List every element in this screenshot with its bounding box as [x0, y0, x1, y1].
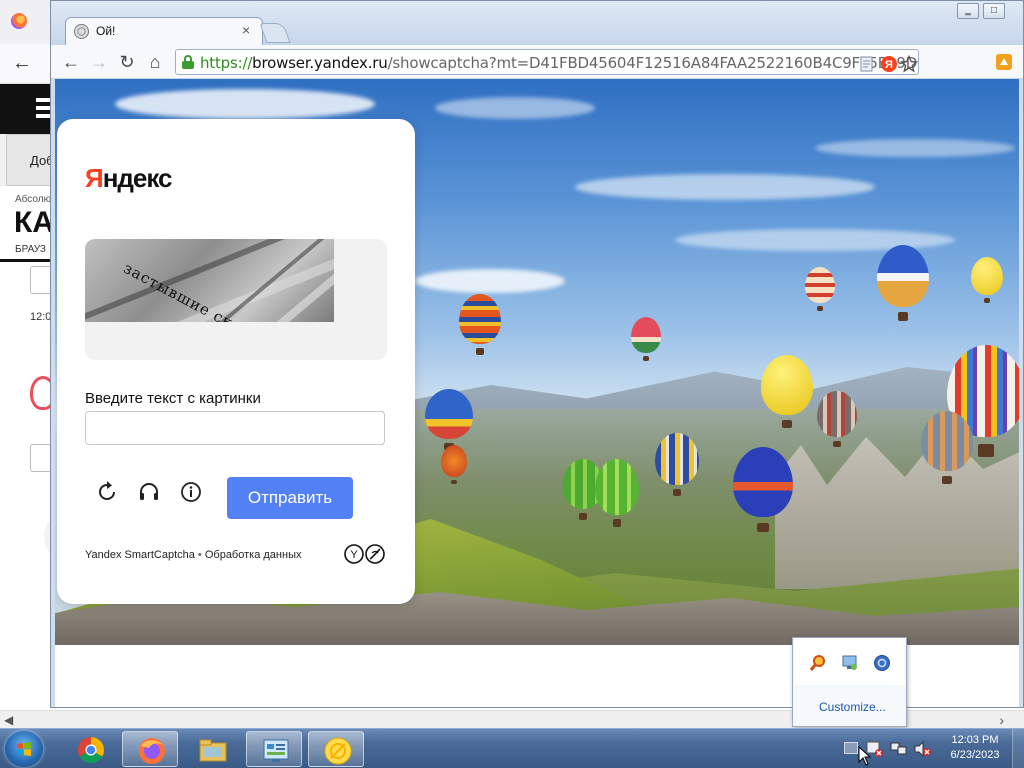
balloon [805, 267, 835, 311]
reload-button[interactable]: ↻ [115, 50, 139, 74]
yandex-logo: Яндекс [85, 163, 172, 194]
balloon [877, 245, 929, 321]
network-monitor-icon[interactable] [841, 654, 859, 672]
browser-toolbar: ← → ↻ ⌂ https://browser.yandex.ru/showca… [51, 45, 1023, 79]
taskbar-explorer[interactable] [184, 731, 240, 767]
scroll-right-arrow-icon[interactable]: › [999, 712, 1004, 728]
yandex-browser-icon [324, 737, 352, 765]
balloon [971, 257, 1003, 304]
bookmark-star-icon[interactable] [900, 55, 918, 73]
window-frame: Ой! × ‗ □ [51, 1, 1023, 45]
app-circle-icon[interactable] [873, 654, 891, 672]
balloon [921, 411, 973, 485]
captcha-answer-input[interactable] [85, 411, 385, 445]
control-panel-icon [263, 739, 289, 762]
tab-title: Ой! [96, 24, 116, 38]
file-explorer-icon [199, 739, 227, 762]
captcha-prompt-label: Введите текст с картинки [85, 390, 261, 407]
windows-logo-icon [17, 742, 31, 756]
volume-muted-icon[interactable] [914, 741, 932, 757]
globe-icon [74, 24, 89, 39]
search-magnifier-icon[interactable] [809, 654, 827, 672]
page-viewport: Яндекс застывшие скорости Введите текст … [55, 79, 1019, 707]
captcha-footer: Yandex SmartCaptcha • Обработка данных [85, 549, 301, 561]
lock-icon [182, 55, 194, 69]
url-host: browser.yandex.ru [252, 54, 388, 72]
balloon [761, 355, 813, 429]
notification-area [840, 729, 940, 768]
url-scheme: https:// [200, 54, 253, 72]
article-kicker: Абсолю [15, 194, 52, 205]
tab-close-icon[interactable]: × [242, 22, 250, 38]
article-headline: КА [14, 206, 54, 239]
yandex-icon[interactable]: Я [880, 55, 898, 73]
logo-rest: ндекс [102, 163, 173, 193]
start-button[interactable] [5, 731, 43, 767]
headphones-icon[interactable] [136, 479, 162, 505]
page-icon[interactable] [858, 55, 876, 73]
yandex-cloud-brand-icon: Y [344, 544, 385, 564]
system-clock[interactable]: 12:03 PM 6/23/2023 [940, 733, 1010, 763]
firefox-icon [139, 738, 165, 764]
svg-text:Y: Y [350, 549, 358, 561]
taskbar-firefox[interactable] [122, 731, 178, 767]
balloon [817, 391, 857, 448]
footer-separator: • [197, 549, 202, 561]
taskbar-yandex-browser[interactable] [308, 731, 364, 767]
show-desktop-button[interactable] [1012, 729, 1024, 768]
clock-time: 12:03 PM [951, 734, 999, 746]
logo-first-letter: Я [85, 163, 104, 193]
smartcaptcha-brand: Yandex SmartCaptcha [85, 549, 195, 561]
network-icon[interactable] [890, 741, 908, 757]
chrome-icon [78, 737, 105, 764]
firefox-back-button[interactable]: ← [12, 52, 32, 75]
show-hidden-icons-button[interactable] [844, 742, 858, 754]
info-icon[interactable] [178, 479, 204, 505]
clock-date: 6/23/2023 [950, 749, 1000, 761]
tray-overflow-icons [794, 639, 905, 685]
minimize-button[interactable]: ‗ [957, 3, 979, 19]
captcha-image: застывшие скорости [85, 239, 334, 322]
article-caption: БРАУЗ [15, 244, 46, 255]
yandex-browser-window: Ой! × ‗ □ ← → ↻ ⌂ https://browser.yandex… [50, 0, 1024, 708]
taskbar-chrome[interactable] [62, 731, 118, 767]
data-processing-link[interactable]: Обработка данных [205, 549, 302, 561]
url-text[interactable]: https://browser.yandex.ru/showcaptcha?mt… [200, 54, 918, 72]
refresh-icon[interactable] [94, 479, 120, 505]
balloon [631, 317, 661, 361]
new-tab-button[interactable] [259, 23, 291, 43]
browser-tab[interactable]: Ой! × [65, 17, 263, 45]
firefox-icon[interactable] [11, 13, 27, 29]
balloon [733, 447, 793, 533]
balloon [595, 459, 639, 528]
balloon [655, 433, 699, 497]
home-button[interactable]: ⌂ [143, 50, 167, 74]
captcha-card: Яндекс застывшие скорости Введите текст … [57, 119, 415, 604]
balloon [425, 389, 473, 450]
mouse-cursor-icon [858, 746, 872, 766]
article-time: 12:0 [30, 311, 52, 323]
extension-icon[interactable] [995, 53, 1013, 71]
notification-overflow-popup: Customize... [792, 637, 907, 727]
address-bar[interactable]: https://browser.yandex.ru/showcaptcha?mt… [175, 49, 919, 75]
submit-button[interactable]: Отправить [227, 477, 353, 519]
scroll-left-arrow-icon[interactable]: ◀ [4, 713, 13, 727]
taskbar-control-panel[interactable] [246, 731, 302, 767]
url-path: /showcaptcha?mt=D41FBD45604F12516A84FAA2… [387, 54, 918, 72]
balloon [441, 445, 467, 485]
svg-text:Я: Я [885, 59, 893, 71]
back-button[interactable]: ← [59, 50, 83, 74]
maximize-button[interactable]: □ [983, 3, 1005, 19]
customize-link[interactable]: Customize... [819, 700, 886, 714]
balloon [459, 294, 501, 355]
captcha-image-container: застывшие скорости [85, 239, 387, 360]
forward-button[interactable]: → [87, 50, 111, 74]
